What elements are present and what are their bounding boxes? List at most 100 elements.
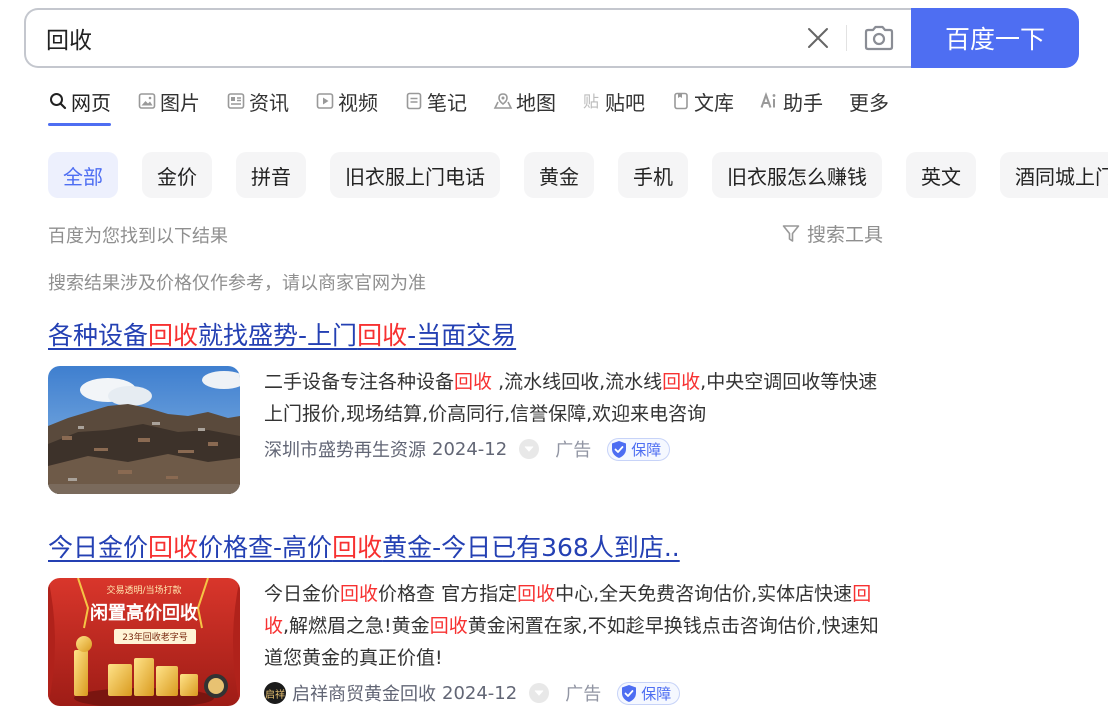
news-icon [226,91,246,111]
search-icon [48,91,68,111]
guarantee-badge[interactable]: 保障 [617,681,681,705]
results-found-text: 百度为您找到以下结果 [48,226,228,247]
chip-all[interactable]: 全部 [48,152,118,198]
chip-english[interactable]: 英文 [906,152,976,198]
tab-label: 网页 [71,90,111,115]
tab-notes[interactable]: 笔记 [404,86,467,116]
result-snippet-column: 二手设备专注各种设备回收 ,流水线回收,流水线回收,中央空调回收等快速上门报价,… [264,366,894,462]
result-body: 交易透明/当场打款 闲置高价回收 23年回收老字号 [48,578,240,706]
tab-label: 更多 [849,90,889,115]
result-body [48,366,240,494]
snippet-text: ,解燃眉之急!黄金 [283,615,430,637]
note-icon [404,91,424,111]
guarantee-badge[interactable]: 保障 [607,437,671,461]
snippet-highlight: 回收 [517,583,556,605]
search-tools [790,10,911,66]
title-text: 各种设备 [48,321,149,350]
snippet-highlight: 回收 [429,615,468,637]
source-name[interactable]: 深圳市盛势再生资源 [264,436,426,462]
title-text: 价格查-高价 [198,533,333,562]
close-icon [808,28,828,48]
result-snippet: 二手设备专注各种设备回收 ,流水线回收,流水线回收,中央空调回收等快速上门报价,… [264,366,894,430]
more-options-button[interactable] [529,683,550,703]
thumb-sub-text: 23年回收老字号 [122,631,187,643]
search-bar: 百度一下 [24,8,1079,68]
chip-phone[interactable]: 手机 [618,152,688,198]
title-highlight: 回收 [148,321,199,350]
result-snippet-column: 今日金价回收价格查 官方指定回收中心,全天免费咨询估价,实体店快速回收,解燃眉之… [264,578,894,706]
library-icon [671,91,691,111]
result-title-link[interactable]: 各种设备回收就找盛势-上门回收-当面交易 [48,316,898,352]
snippet-text: 价格查 官方指定 [378,583,518,605]
thumb-main-text: 闲置高价回收 [90,602,198,624]
snippet-highlight: 回收 [662,371,701,393]
image-search-button[interactable] [847,10,911,66]
related-filter-chips: 全部 金价 拼音 旧衣服上门电话 黄金 手机 旧衣服怎么赚钱 英文 酒同城上门回… [48,152,1108,200]
result-source-row: 启祥 启祥商贸黄金回收 2024-12 广告 保障 [264,680,894,706]
camera-icon [864,25,894,51]
source-date: 2024-12 [432,438,508,460]
snippet-text: 中心,全天免费咨询估价,实体店快速 [555,583,853,605]
source-name[interactable]: 启祥商贸黄金回收 [292,680,436,706]
gold-recycling-ad-image: 交易透明/当场打款 闲置高价回收 23年回收老字号 [48,578,240,706]
clear-button[interactable] [790,10,846,66]
shield-check-icon [622,684,637,702]
chevron-down-icon [524,446,534,452]
ad-label: 广告 [565,684,602,705]
title-text: 就找盛势-上门 [198,321,358,350]
tab-map[interactable]: 地图 [493,86,556,116]
chip-liquor-recycle[interactable]: 酒同城上门回收 [1000,152,1108,198]
tab-library[interactable]: 文库 [671,86,734,116]
source-logo: 启祥 [264,682,286,704]
result-source-row: 深圳市盛势再生资源 2024-12 广告 保障 [264,436,894,462]
title-text: 今日金价 [48,533,149,562]
snippet-text: 今日金价 [264,583,341,605]
tab-tieba[interactable]: 贴 贴吧 [582,86,645,116]
search-box [24,8,911,68]
title-highlight: 回收 [357,321,408,350]
search-button[interactable]: 百度一下 [911,8,1079,68]
tab-label: 贴吧 [605,90,645,115]
chevron-down-icon [534,690,544,696]
chip-gold-price[interactable]: 金价 [142,152,212,198]
search-input[interactable] [46,10,790,66]
more-options-button[interactable] [519,439,540,459]
tab-web[interactable]: 网页 [48,86,111,126]
shield-check-icon [612,440,627,458]
search-result: 各种设备回收就找盛势-上门回收-当面交易 二手设备专注各种设备回收 ,流水线回收… [48,316,898,494]
result-title-link[interactable]: 今日金价回收价格查-高价回收黄金-今日已有368人到店.. [48,528,898,564]
chip-old-clothes-earn[interactable]: 旧衣服怎么赚钱 [712,152,882,198]
search-tools-button[interactable]: 搜索工具 [782,220,883,247]
thumb-top-text: 交易透明/当场打款 [106,584,181,596]
source-date: 2024-12 [442,682,518,704]
tab-news[interactable]: 资讯 [226,86,289,116]
ad-label: 广告 [555,440,592,461]
tab-video[interactable]: 视频 [315,86,378,116]
tab-assistant[interactable]: 助手 [760,86,823,116]
badge-label: 保障 [631,440,662,459]
tab-images[interactable]: 图片 [137,86,200,116]
result-snippet: 今日金价回收价格查 官方指定回收中心,全天免费咨询估价,实体店快速回收,解燃眉之… [264,578,894,674]
tab-label: 笔记 [427,90,467,115]
title-text: -当面交易 [407,321,517,350]
map-icon [493,91,513,111]
chip-old-clothes-phone[interactable]: 旧衣服上门电话 [330,152,500,198]
tab-label: 资讯 [249,90,289,115]
tab-label: 视频 [338,90,378,115]
chip-pinyin[interactable]: 拼音 [236,152,306,198]
search-result: 今日金价回收价格查-高价回收黄金-今日已有368人到店.. 交易透明/当场打款 … [48,528,898,706]
video-icon [315,91,335,111]
scrap-metal-image [48,366,240,494]
filter-icon [782,224,800,242]
tab-label: 助手 [783,90,823,115]
tieba-icon: 贴 [582,91,602,111]
title-text: 黄金-今日已有368人到店.. [382,533,680,562]
svg-text:贴: 贴 [583,92,599,110]
price-notice: 搜索结果涉及价格仅作参考，请以商家官网为准 [48,273,426,294]
chip-gold[interactable]: 黄金 [524,152,594,198]
tab-more[interactable]: 更多 [849,86,889,116]
snippet-highlight: 回收 [340,583,379,605]
result-thumbnail[interactable] [48,366,240,494]
result-thumbnail[interactable]: 交易透明/当场打款 闲置高价回收 23年回收老字号 [48,578,240,706]
tab-label: 文库 [694,90,734,115]
